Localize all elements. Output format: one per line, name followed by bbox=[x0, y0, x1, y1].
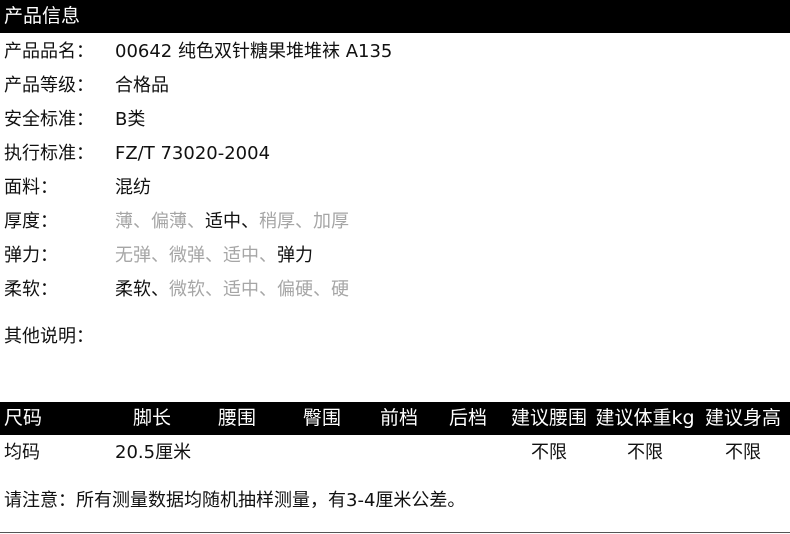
size-cell: 不限 bbox=[531, 442, 567, 463]
scale-separator: 、 bbox=[313, 279, 331, 300]
scale-option: 稍厚 bbox=[259, 211, 295, 232]
scale-separator: 、 bbox=[133, 211, 151, 232]
info-label: 安全标准： bbox=[4, 109, 94, 130]
scale-option-selected: 适中 bbox=[205, 211, 241, 232]
scale-options: 柔软、微软、适中、偏硬、硬 bbox=[115, 275, 349, 305]
scale-option: 偏硬 bbox=[277, 279, 313, 300]
scale-separator: 、 bbox=[205, 245, 223, 266]
scale-option: 微弹 bbox=[169, 245, 205, 266]
size-header-cell: 尺码 bbox=[4, 407, 43, 429]
scale-options: 无弹、微弹、适中、弹力 bbox=[115, 241, 313, 271]
scale-separator: 、 bbox=[187, 211, 205, 232]
scale-option: 适中 bbox=[223, 279, 259, 300]
size-header-cell: 臀围 bbox=[302, 407, 342, 429]
info-value: B类 bbox=[115, 109, 146, 130]
size-header-cell: 建议身高 bbox=[704, 407, 782, 429]
info-value: 合格品 bbox=[115, 75, 169, 96]
scale-option-selected: 弹力 bbox=[277, 245, 313, 266]
scale-separator: 、 bbox=[241, 211, 259, 232]
info-value: 00642 纯色双针糖果堆堆袜 A135 bbox=[115, 41, 393, 62]
size-header-cell: 前档 bbox=[379, 407, 419, 429]
scale-option: 微软 bbox=[169, 279, 205, 300]
scale-separator: 、 bbox=[295, 211, 313, 232]
scale-label: 厚度： bbox=[4, 211, 58, 232]
info-label: 面料： bbox=[4, 177, 58, 198]
size-table-header: 尺码 脚长 腰围 臀围 前档 后档 建议腰围 建议体重kg 建议身高 bbox=[0, 402, 790, 435]
other-notes-label: 其他说明： bbox=[4, 326, 94, 347]
scale-label: 柔软： bbox=[4, 279, 58, 300]
product-info-title: 产品信息 bbox=[4, 5, 81, 27]
scale-option: 无弹 bbox=[115, 245, 151, 266]
scale-option: 加厚 bbox=[313, 211, 349, 232]
size-cell: 20.5厘米 bbox=[115, 442, 192, 463]
scale-separator: 、 bbox=[151, 279, 169, 300]
scale-option: 适中 bbox=[223, 245, 259, 266]
measurement-note: 请注意：所有测量数据均随机抽样测量，有3-4厘米公差。 bbox=[4, 490, 466, 511]
scale-label: 弹力： bbox=[4, 245, 58, 266]
scale-option-selected: 柔软 bbox=[115, 279, 151, 300]
info-value: 混纺 bbox=[115, 177, 151, 198]
size-cell: 不限 bbox=[627, 442, 663, 463]
size-table-row: 均码 20.5厘米 不限 不限 不限 bbox=[0, 438, 790, 468]
scale-separator: 、 bbox=[259, 245, 277, 266]
scale-option: 硬 bbox=[331, 279, 349, 300]
divider bbox=[0, 532, 790, 533]
size-cell: 不限 bbox=[725, 442, 761, 463]
size-header-cell: 腰围 bbox=[217, 407, 257, 429]
scale-option: 偏薄 bbox=[151, 211, 187, 232]
size-cell: 均码 bbox=[4, 442, 40, 463]
size-header-cell: 脚长 bbox=[132, 407, 172, 429]
scale-separator: 、 bbox=[259, 279, 277, 300]
size-header-cell: 建议腰围 bbox=[510, 407, 588, 429]
info-value: FZ/T 73020-2004 bbox=[115, 143, 271, 164]
size-header-cell: 建议体重kg bbox=[595, 407, 695, 429]
scale-separator: 、 bbox=[205, 279, 223, 300]
size-header-cell: 后档 bbox=[448, 407, 488, 429]
scale-separator: 、 bbox=[151, 245, 169, 266]
info-label: 执行标准： bbox=[4, 143, 94, 164]
info-label: 产品等级： bbox=[4, 75, 94, 96]
scale-options: 薄、偏薄、适中、稍厚、加厚 bbox=[115, 207, 349, 237]
product-info-header: 产品信息 bbox=[0, 0, 790, 33]
info-label: 产品品名： bbox=[4, 41, 94, 62]
scale-option: 薄 bbox=[115, 211, 133, 232]
